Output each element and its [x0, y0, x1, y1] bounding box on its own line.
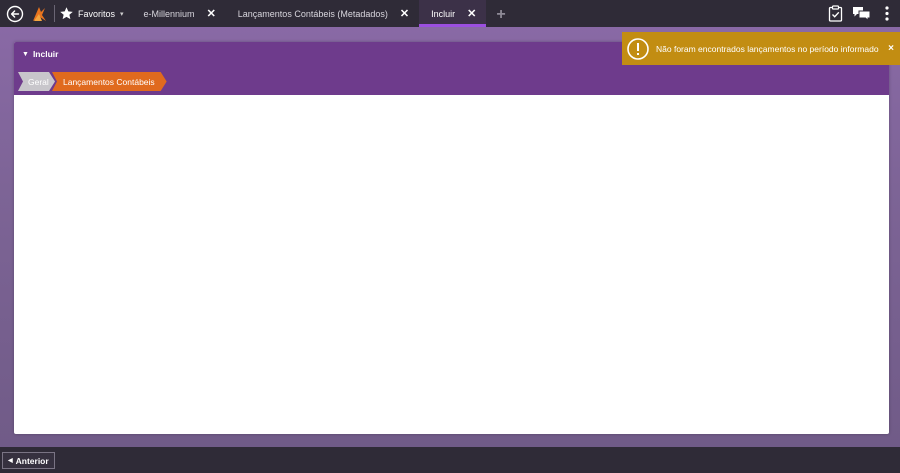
breadcrumb-label: Lançamentos Contábeis: [63, 76, 155, 87]
caret-left-icon: ◀: [8, 458, 13, 464]
previous-button[interactable]: ◀ Anterior: [2, 452, 55, 469]
close-icon[interactable]: ✕: [207, 7, 216, 20]
star-icon: [60, 7, 73, 20]
back-button[interactable]: [2, 0, 28, 27]
divider: [54, 5, 55, 22]
bottom-bar: ◀ Anterior: [0, 447, 900, 473]
previous-label: Anterior: [15, 455, 49, 466]
close-icon[interactable]: ×: [882, 43, 900, 54]
close-icon[interactable]: ✕: [400, 7, 409, 20]
chevron-down-icon: ▾: [120, 10, 124, 18]
arrow-left-circle-icon: [6, 5, 24, 22]
tab-label: Incluir: [431, 8, 456, 19]
breadcrumb-item-geral[interactable]: Geral: [18, 72, 55, 91]
tab-lancamentos-contabeis[interactable]: Lançamentos Contábeis (Metadados) ✕: [226, 0, 419, 27]
breadcrumb: Geral Lançamentos Contábeis: [18, 72, 167, 91]
close-icon[interactable]: ✕: [467, 7, 476, 20]
breadcrumb-item-lancamentos-contabeis[interactable]: Lançamentos Contábeis: [52, 72, 167, 91]
toast-message: Não foram encontrados lançamentos no per…: [656, 43, 879, 54]
more-menu-button[interactable]: [874, 0, 900, 27]
favorites-label: Favoritos: [78, 8, 116, 19]
breadcrumb-label: Geral: [28, 76, 49, 87]
topbar-actions: [822, 0, 900, 27]
tab-incluir[interactable]: Incluir ✕: [419, 0, 487, 27]
tab-e-millennium[interactable]: e-Millennium ✕: [132, 0, 226, 27]
more-vertical-icon: [885, 6, 889, 21]
caret-down-icon: ▼: [22, 50, 29, 58]
tab-label: e-Millennium: [143, 8, 195, 19]
add-tab-button[interactable]: +: [496, 6, 505, 24]
page-title: Incluir: [32, 49, 59, 59]
panel-title-toggle[interactable]: ▼ Incluir: [22, 49, 58, 59]
clipboard-button[interactable]: [822, 0, 848, 27]
app-logo[interactable]: [28, 0, 50, 27]
favorites-menu[interactable]: Favoritos ▾: [59, 6, 132, 21]
top-bar: Favoritos ▾ e-Millennium ✕ Lançamentos C…: [0, 0, 900, 27]
warning-toast: Não foram encontrados lançamentos no per…: [622, 32, 900, 65]
chat-button[interactable]: [848, 0, 874, 27]
logo-icon: [33, 6, 46, 21]
clipboard-check-icon: [828, 5, 842, 22]
warning-circle-icon: [627, 37, 649, 60]
main-panel: ▼ Incluir Geral Lançamentos Contábeis: [14, 42, 889, 434]
tab-label: Lançamentos Contábeis (Metadados): [237, 8, 388, 19]
chat-icon: [852, 7, 870, 21]
